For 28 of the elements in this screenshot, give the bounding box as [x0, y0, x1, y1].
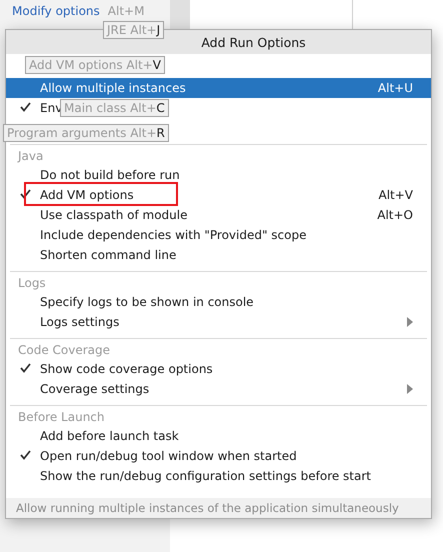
menu-item[interactable]: Do not build before run	[40, 168, 180, 182]
menu-item[interactable]: Specify logs to be shown in console	[40, 295, 254, 309]
shortcut-label: Alt+U	[378, 81, 413, 95]
menu-item[interactable]: Use classpath of module	[40, 208, 188, 222]
shortcut-tooltip: JRE Alt+J	[103, 21, 164, 39]
menu-item[interactable]: Show code coverage options	[40, 362, 213, 376]
modify-options-link[interactable]: Modify options	[12, 4, 100, 18]
section-header: Java	[16, 148, 44, 165]
section-header: Before Launch	[17, 409, 106, 426]
menu-item[interactable]: Open run/debug tool window when started	[40, 449, 297, 463]
menu-item[interactable]: Coverage settings	[40, 382, 150, 396]
menu-item[interactable]: Show the run/debug configuration settings before start	[40, 469, 372, 483]
shortcut-tooltip: Add VM options Alt+V	[25, 56, 165, 74]
shortcut-tooltip: Program arguments Alt+R	[3, 124, 169, 142]
menu-item[interactable]: Shorten command line	[40, 248, 176, 262]
shortcut-label: Alt+M	[108, 4, 144, 18]
shortcut-tooltip: Main class Alt+C	[60, 99, 169, 117]
section-header: Logs	[17, 275, 47, 292]
shortcut-label: Alt+O	[377, 208, 413, 222]
menu-item[interactable]: Allow multiple instances Alt+U	[6, 78, 431, 98]
menu-item[interactable]: Add before launch task	[40, 429, 179, 443]
menu-item[interactable]: Add VM options	[40, 188, 134, 202]
section-header: Code Coverage	[17, 342, 112, 359]
shortcut-label: Alt+V	[378, 188, 413, 202]
status-text: Allow running multiple instances of the application simultaneously	[6, 498, 431, 518]
menu-item[interactable]: Logs settings	[40, 315, 120, 329]
item-label: Allow multiple instances	[40, 81, 186, 95]
menu-item[interactable]: Include dependencies with "Provided" scope	[40, 228, 306, 242]
